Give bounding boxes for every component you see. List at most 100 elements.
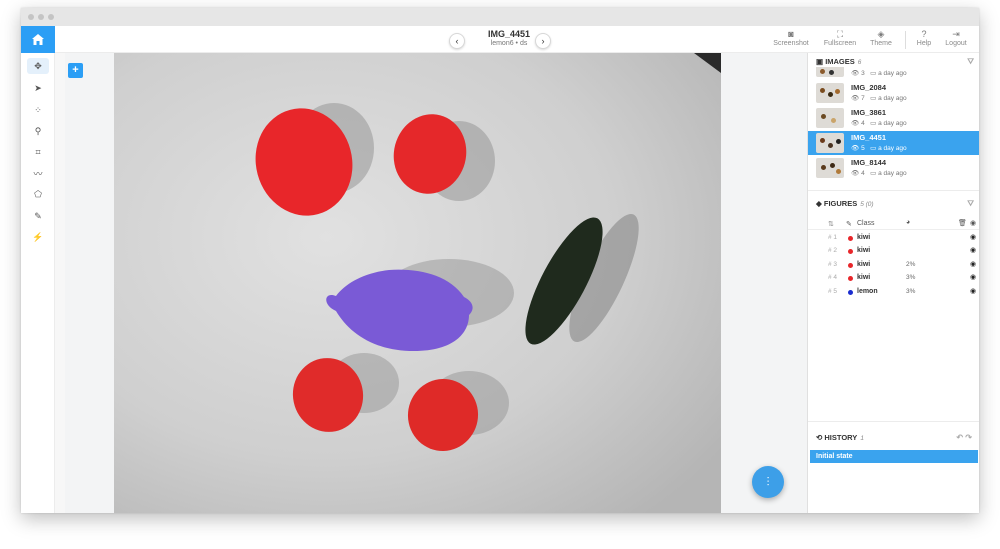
fullscreen-label: Fullscreen xyxy=(823,40,857,47)
figures-title: FIGURES xyxy=(823,199,858,208)
figure-row[interactable]: # 5 lemon 3% ◉ xyxy=(808,286,979,299)
home-icon xyxy=(32,34,44,45)
logout-button[interactable]: ⇥ Logout xyxy=(941,29,971,47)
help-icon: ? xyxy=(921,29,927,39)
points-tool[interactable]: ⁘ xyxy=(27,102,49,118)
window-titlebar xyxy=(21,8,979,26)
eye-icon[interactable]: ◉ xyxy=(970,273,976,281)
window-zoom-dot[interactable] xyxy=(48,14,54,20)
image-thumbnail xyxy=(816,83,844,103)
top-bar: ‹ IMG_4451 lemon6 • ds › ◙ Screenshot ⛶ … xyxy=(21,26,979,53)
figure-class: kiwi xyxy=(857,234,871,241)
bbox-tool[interactable]: ⌗ xyxy=(27,144,49,160)
keypoint-icon: ⚲ xyxy=(34,125,42,136)
image-meta: 👁 5 ▭ a day ago xyxy=(851,145,907,152)
theme-icon: ◈ xyxy=(877,29,885,39)
filter-icon[interactable]: ⛛ xyxy=(967,197,974,211)
history-item[interactable]: Initial state xyxy=(810,450,978,463)
class-color-dot xyxy=(848,276,853,281)
image-thumbnail xyxy=(816,108,844,128)
polygon-tool[interactable]: ⬠ xyxy=(27,186,49,202)
polyline-icon: 〰 xyxy=(33,168,43,179)
class-column-header[interactable]: Class xyxy=(857,220,875,227)
move-tool[interactable]: ✥ xyxy=(27,58,49,74)
image-name: IMG_8144 xyxy=(851,158,887,167)
image-list-item[interactable]: IMG_8144 👁 4 ▭ a day ago xyxy=(808,156,979,180)
image-canvas[interactable] xyxy=(114,53,721,513)
history-header: ⟲ HISTORY 1 ↶ ↷ xyxy=(808,431,979,445)
eye-icon[interactable]: ◉ xyxy=(970,260,976,268)
image-meta: 👁 7 ▭ a day ago xyxy=(851,95,907,102)
keypoint-tool[interactable]: ⚲ xyxy=(27,123,49,139)
class-color-dot xyxy=(848,290,853,295)
calendar-icon: ▭ xyxy=(870,145,877,152)
image-name: IMG_3861 xyxy=(851,108,887,117)
calendar-icon: ▭ xyxy=(870,170,877,177)
theme-button[interactable]: ◈ Theme xyxy=(866,29,896,47)
annotation-canvas[interactable]: + ⫶ xyxy=(55,53,807,513)
figure-row[interactable]: # 1 kiwi ◉ xyxy=(808,232,979,245)
figure-number: # 4 xyxy=(828,274,838,281)
image-name: IMG_4451 xyxy=(851,133,887,142)
next-image-button[interactable]: › xyxy=(535,33,551,49)
window-minimize-dot[interactable] xyxy=(38,14,44,20)
theme-label: Theme xyxy=(870,40,892,47)
brush-tool[interactable]: ✎ xyxy=(27,208,49,224)
image-meta: 👁 4 ▭ a day ago xyxy=(851,120,907,127)
camera-icon: ◙ xyxy=(788,29,794,39)
figure-number: # 5 xyxy=(828,288,838,295)
image-list-item[interactable]: IMG_2084 👁 7 ▭ a day ago xyxy=(808,81,979,105)
image-navigator: ‹ IMG_4451 lemon6 • ds › xyxy=(449,28,569,52)
images-count: 6 xyxy=(857,59,862,66)
pointer-tool[interactable]: ➤ xyxy=(27,80,49,96)
eye-icon: 👁 xyxy=(851,145,860,152)
eye-icon[interactable]: ◉ xyxy=(970,246,976,254)
eye-icon: 👁 xyxy=(851,170,860,177)
image-thumbnail xyxy=(816,158,844,178)
bbox-icon: ⌗ xyxy=(35,146,41,157)
magic-wand-icon: ⚡ xyxy=(32,231,44,242)
help-button[interactable]: ? Help xyxy=(913,29,935,47)
figure-row[interactable]: # 2 kiwi ◉ xyxy=(808,245,979,258)
left-ruler xyxy=(55,53,65,513)
figure-row[interactable]: # 4 kiwi 3% ◉ xyxy=(808,272,979,285)
image-list-item[interactable]: 👁 3 ▭ a day ago xyxy=(808,67,979,79)
fullscreen-button[interactable]: ⛶ Fullscreen xyxy=(820,29,860,47)
screenshot-label: Screenshot xyxy=(773,40,809,47)
add-button[interactable]: + xyxy=(68,63,83,78)
area-column-icon: ◕ xyxy=(906,219,911,226)
figures-header: ◆ FIGURES 5 (0) ⛛ xyxy=(808,197,979,211)
calendar-icon: ▭ xyxy=(870,95,877,102)
move-icon: ✥ xyxy=(34,60,42,71)
logout-icon: ⇥ xyxy=(952,29,960,39)
prev-image-button[interactable]: ‹ xyxy=(449,33,465,49)
settings-fab-button[interactable]: ⫶ xyxy=(752,466,784,498)
fullscreen-icon: ⛶ xyxy=(836,29,844,39)
eye-all-icon[interactable]: ◉ xyxy=(970,219,976,227)
help-label: Help xyxy=(916,40,932,47)
eye-icon[interactable]: ◉ xyxy=(970,287,976,295)
eye-icon[interactable]: ◉ xyxy=(970,233,976,241)
logout-label: Logout xyxy=(945,40,967,47)
figure-row[interactable]: # 3 kiwi 2% ◉ xyxy=(808,259,979,272)
sliders-icon: ⫶ xyxy=(766,474,770,489)
delete-all-icon[interactable]: 🗑 xyxy=(958,219,967,227)
figure-area: 3% xyxy=(906,288,916,295)
screenshot-button[interactable]: ◙ Screenshot xyxy=(771,29,811,47)
class-column-icon: ✎ xyxy=(846,221,852,228)
tool-sidebar: ✥ ➤ ⁘ ⚲ ⌗ 〰 ⬠ ✎ ⚡ xyxy=(21,53,55,513)
sort-icon[interactable]: ⇅ xyxy=(828,220,834,228)
polyline-tool[interactable]: 〰 xyxy=(27,165,49,181)
panel-divider xyxy=(808,190,979,191)
image-name: IMG_2084 xyxy=(851,83,887,92)
undo-redo-icon[interactable]: ↶ ↷ xyxy=(956,431,972,445)
image-list-item[interactable]: IMG_3861 👁 4 ▭ a day ago xyxy=(808,106,979,130)
magic-wand-tool[interactable]: ⚡ xyxy=(27,229,49,245)
home-button[interactable] xyxy=(21,26,55,53)
figure-class: lemon xyxy=(857,288,878,295)
image-list-item-selected[interactable]: IMG_4451 👁 5 ▭ a day ago xyxy=(808,131,979,155)
right-panel: ▣ IMAGES 6 ⛛ 👁 3 ▭ a day ago IMG_2084 👁 7… xyxy=(807,53,979,513)
app-window: ‹ IMG_4451 lemon6 • ds › ◙ Screenshot ⛶ … xyxy=(21,8,979,513)
window-close-dot[interactable] xyxy=(28,14,34,20)
figure-number: # 1 xyxy=(828,234,838,241)
